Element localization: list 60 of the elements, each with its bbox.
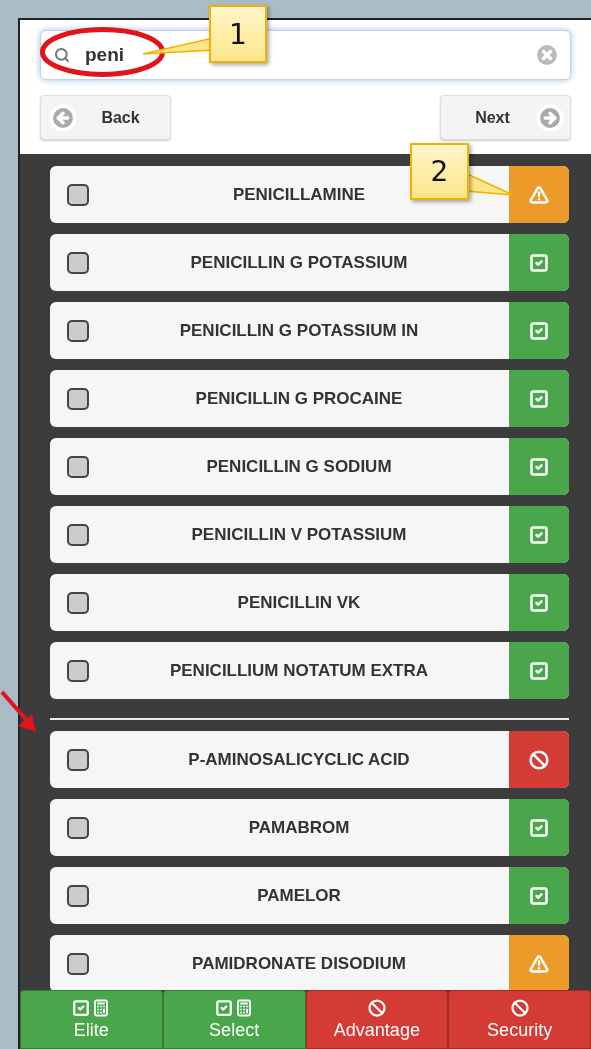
drug-row[interactable]: PAMELOR [50,867,569,924]
checkbox[interactable] [67,659,89,682]
callout-label: 2 [410,143,469,200]
search-icon [54,47,70,63]
check-icon [529,252,549,273]
check-icon [529,524,549,545]
drug-name: PENICILLIN G PROCAINE [194,388,404,409]
check-icon [529,388,549,409]
check-icon [529,660,549,681]
drug-name: PENICILLIN G POTASSIUM IN [178,320,420,341]
checkbox[interactable] [67,816,89,839]
check-icon [72,998,91,1017]
drug-name: PAMABROM [247,817,351,838]
drug-row[interactable]: PENICILLIN G PROCAINE [50,370,569,427]
check-icon [529,817,549,838]
ban-icon [529,749,549,770]
drug-name: PENICILLIN G POTASSIUM [189,252,409,273]
drug-row[interactable]: PAMABROM [50,799,569,856]
checkbox[interactable] [67,319,89,342]
drug-row[interactable]: PENICILLIN G POTASSIUM IN [50,302,569,359]
check-icon [529,456,549,477]
checkbox[interactable] [67,591,89,614]
ban-icon [367,998,386,1017]
check-icon [215,998,234,1017]
drug-row[interactable]: PENICILLIN VK [50,574,569,631]
drug-row[interactable]: P-AMINOSALICYCLIC ACID [50,731,569,788]
next-button[interactable]: Next [440,95,571,140]
plan-tab[interactable]: Advantage [305,990,449,1049]
warning-icon [529,953,549,974]
drug-row[interactable]: PENICILLIN G POTASSIUM [50,234,569,291]
checkbox[interactable] [67,884,89,907]
checkbox[interactable] [67,251,89,274]
drug-name: PENICILLIN V POTASSIUM [190,524,408,545]
plan-tab[interactable]: Security [448,990,591,1049]
checkbox[interactable] [67,523,89,546]
checkbox[interactable] [67,455,89,478]
calculator-icon [92,998,111,1017]
check-icon [529,592,549,613]
ban-icon [510,998,529,1017]
check-icon [529,885,549,906]
drug-name: PAMELOR [256,885,342,906]
checkbox[interactable] [67,748,89,771]
calculator-icon [235,998,254,1017]
drug-name: P-AMINOSALICYCLIC ACID [187,749,411,770]
check-icon [529,320,549,341]
callout-label: 1 [209,5,267,63]
drug-row[interactable]: PENICILLIUM NOTATUM EXTRA [50,642,569,699]
drug-row[interactable]: PENICILLIN G SODIUM [50,438,569,495]
drug-name: PENICILLIN G SODIUM [205,456,393,477]
drug-row[interactable]: PENICILLIN V POTASSIUM [50,506,569,563]
drug-name: PENICILLIN VK [236,592,362,613]
drug-name: PENICILLAMINE [231,184,367,205]
drug-row[interactable]: PAMIDRONATE DISODIUM [50,935,569,990]
warning-icon [529,184,549,205]
back-button[interactable]: Back [40,95,171,140]
checkbox[interactable] [67,387,89,410]
drug-name: PAMIDRONATE DISODIUM [191,953,407,974]
checkbox[interactable] [67,183,89,206]
drug-name: PENICILLIUM NOTATUM EXTRA [168,660,430,681]
checkbox[interactable] [67,952,89,975]
